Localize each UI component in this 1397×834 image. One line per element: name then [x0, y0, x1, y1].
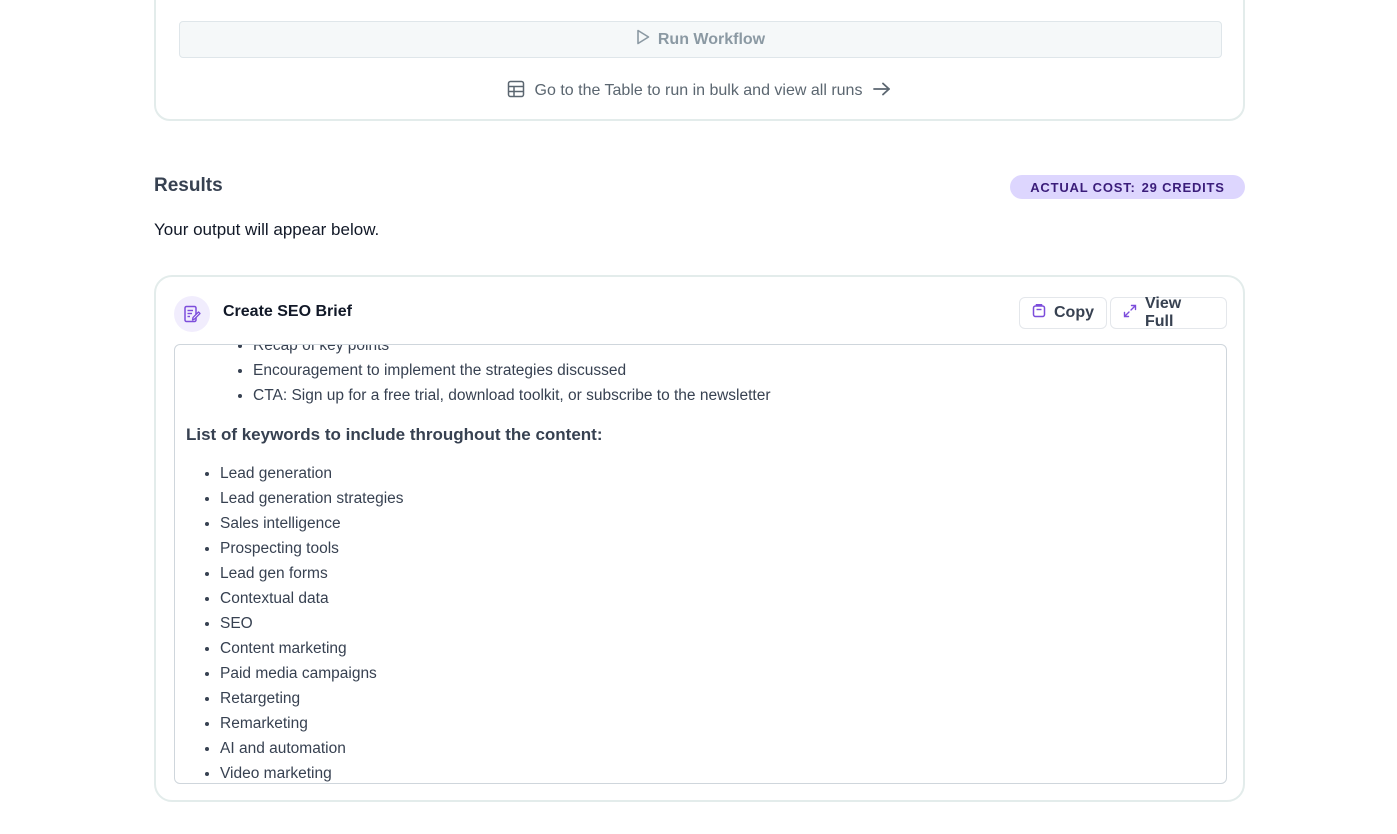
list-item: Lead generation: [220, 461, 1226, 486]
list-item: Retargeting: [220, 686, 1226, 711]
list-item: AI and automation: [220, 736, 1226, 761]
run-workflow-button[interactable]: Run Workflow: [179, 21, 1222, 58]
list-item: SEO: [220, 611, 1226, 636]
list-item: Recap of key points: [253, 345, 1226, 358]
output-card: Create SEO Brief Copy View Full Recap of…: [154, 275, 1245, 802]
list-item: Prospecting tools: [220, 536, 1226, 561]
view-full-button[interactable]: View Full: [1110, 295, 1227, 330]
cost-value: 29 CREDITS: [1141, 179, 1225, 195]
keywords-heading: List of keywords to include throughout t…: [186, 425, 603, 444]
copy-button[interactable]: Copy: [1019, 297, 1107, 329]
arrow-right-icon: [872, 81, 892, 102]
list-item: Lead generation strategies: [220, 486, 1226, 511]
list-item: Video marketing: [220, 761, 1226, 783]
cost-label: ACTUAL COST:: [1030, 179, 1136, 195]
keywords-list: Lead generation Lead generation strategi…: [175, 461, 1226, 783]
run-workflow-label: Run Workflow: [657, 30, 766, 48]
play-icon: [636, 29, 650, 50]
list-item: Lead gen forms: [220, 561, 1226, 586]
results-subtitle: Your output will appear below.: [154, 220, 380, 239]
clipboard-icon: [1032, 303, 1046, 323]
list-item: Content marketing: [220, 636, 1226, 661]
view-full-label: View Full: [1145, 295, 1182, 330]
results-title: Results: [154, 175, 223, 196]
edit-document-icon: [174, 296, 210, 332]
table-link-label: Go to the Table to run in bulk and view …: [534, 82, 863, 99]
step-title: Create SEO Brief: [223, 303, 352, 320]
list-item: Encouragement to implement the strategie…: [253, 358, 1226, 383]
run-workflow-card: Run Workflow Go to the Table to run in b…: [154, 0, 1245, 121]
output-content[interactable]: Recap of key points Encouragement to imp…: [174, 344, 1227, 784]
list-item: CTA: Sign up for a free trial, download …: [253, 383, 1226, 408]
copy-label: Copy: [1054, 304, 1094, 321]
table-icon: [507, 80, 525, 103]
summary-list: Recap of key points Encouragement to imp…: [175, 345, 1226, 408]
output-scroll-content: Recap of key points Encouragement to imp…: [175, 345, 1226, 783]
list-item: Contextual data: [220, 586, 1226, 611]
list-item: Remarketing: [220, 711, 1226, 736]
list-item: Sales intelligence: [220, 511, 1226, 536]
list-item: Paid media campaigns: [220, 661, 1226, 686]
expand-icon: [1123, 304, 1137, 323]
cost-badge: ACTUAL COST: 29 CREDITS: [1010, 175, 1245, 199]
table-link[interactable]: Go to the Table to run in bulk and view …: [156, 78, 1243, 104]
